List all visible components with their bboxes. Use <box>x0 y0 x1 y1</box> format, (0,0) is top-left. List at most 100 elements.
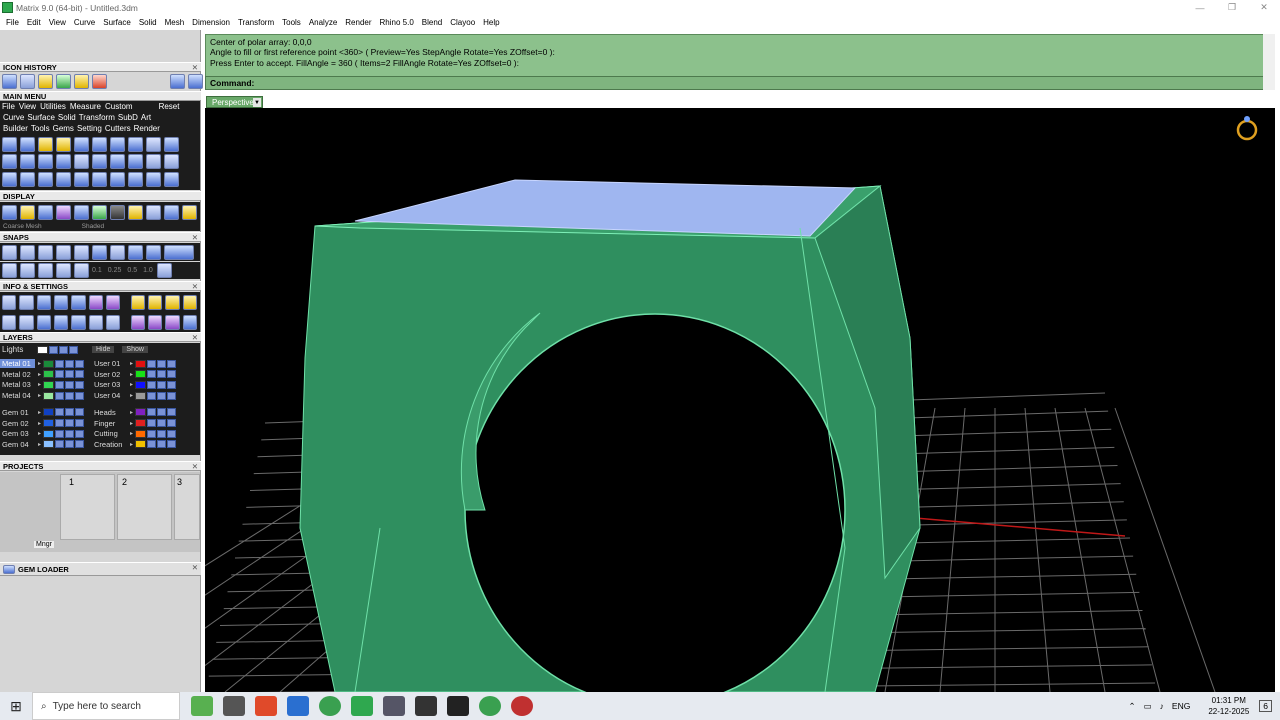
layer-toggle[interactable] <box>147 408 157 417</box>
cat-transform[interactable]: Transform <box>79 113 115 122</box>
snap-icon[interactable] <box>2 263 17 278</box>
layer-color-swatch[interactable] <box>43 429 55 438</box>
tool-app-icon[interactable] <box>415 696 437 716</box>
main-menu-measure[interactable]: Measure <box>70 102 101 111</box>
whatsapp-business-icon[interactable] <box>479 696 501 716</box>
expand-arrow-icon[interactable]: ▸ <box>38 392 41 399</box>
layer-toggle[interactable] <box>65 370 75 379</box>
snap-icon[interactable] <box>146 244 161 260</box>
layer-name[interactable]: User 02 <box>92 370 127 379</box>
snap-icon[interactable] <box>56 263 71 278</box>
display-icon[interactable] <box>92 204 107 220</box>
tool-icon[interactable] <box>2 171 17 187</box>
snap-icon[interactable] <box>164 244 194 260</box>
menu-view[interactable]: View <box>45 18 70 27</box>
layer-name[interactable]: Heads <box>92 408 127 417</box>
layer-toggle[interactable] <box>157 419 167 427</box>
expand-arrow-icon[interactable]: ▸ <box>130 409 133 416</box>
layer-toggle[interactable] <box>147 391 157 400</box>
menu-analyze[interactable]: Analyze <box>305 18 341 27</box>
tool-icon[interactable] <box>110 171 125 187</box>
layer-toggle[interactable] <box>75 370 85 379</box>
main-menu-file[interactable]: File <box>2 102 15 111</box>
history-icon-3[interactable] <box>38 74 53 89</box>
info-icon[interactable] <box>71 314 86 330</box>
info-icon[interactable] <box>36 294 51 310</box>
menu-render[interactable]: Render <box>341 18 375 27</box>
layer-toggle[interactable] <box>147 429 157 438</box>
layer-toggle[interactable] <box>55 380 65 389</box>
menu-mesh[interactable]: Mesh <box>161 18 189 27</box>
menu-blend[interactable]: Blend <box>418 18 446 27</box>
display-icon[interactable] <box>110 204 125 220</box>
layer-toggle[interactable] <box>167 380 177 389</box>
menu-rhino[interactable]: Rhino 5.0 <box>376 18 418 27</box>
layer-toggle[interactable] <box>55 408 65 417</box>
cat-render[interactable]: Render <box>134 124 160 133</box>
snap-icon[interactable] <box>92 244 107 260</box>
tool-icon[interactable] <box>128 154 143 170</box>
tool-icon[interactable] <box>56 137 71 153</box>
cat-subd[interactable]: SubD <box>118 113 138 122</box>
expand-arrow-icon[interactable]: ▸ <box>38 420 41 427</box>
layer-color-swatch[interactable] <box>43 370 55 379</box>
layer-toggle[interactable] <box>147 380 157 389</box>
calculator-icon[interactable] <box>287 696 309 716</box>
command-input-bar[interactable]: Command: <box>205 76 1275 90</box>
layer-color-swatch[interactable] <box>135 391 147 400</box>
tool-icon[interactable] <box>92 171 107 187</box>
info-icon[interactable] <box>53 294 69 310</box>
display-icon[interactable] <box>38 204 53 220</box>
info-settings-header[interactable]: INFO & SETTINGS ✕ <box>0 281 201 291</box>
snap-value-025[interactable]: 0.25 <box>108 267 122 274</box>
expand-arrow-icon[interactable]: ▸ <box>130 430 133 437</box>
info-icon[interactable] <box>71 294 86 310</box>
layer-toggle[interactable] <box>167 440 177 449</box>
layer-color-swatch[interactable] <box>135 370 147 379</box>
history-forward-icon[interactable] <box>188 74 203 89</box>
close-icon[interactable]: ✕ <box>192 233 198 242</box>
snap-icon[interactable] <box>56 244 71 260</box>
layer-toggle[interactable] <box>147 440 157 449</box>
layer-toggle[interactable] <box>75 429 85 438</box>
menu-file[interactable]: File <box>2 18 23 27</box>
close-button[interactable]: ✕ <box>1248 0 1280 15</box>
menu-clayoo[interactable]: Clayoo <box>446 18 479 27</box>
project-slot[interactable]: 1 <box>60 474 115 540</box>
snap-icon[interactable] <box>2 244 17 260</box>
info-icon[interactable] <box>53 314 69 330</box>
layer-color-swatch[interactable] <box>135 359 147 368</box>
snap-icon[interactable] <box>38 244 53 260</box>
info-icon[interactable] <box>2 294 17 310</box>
volume-icon[interactable]: ♪ <box>1160 701 1164 711</box>
expand-arrow-icon[interactable]: ▸ <box>38 381 41 388</box>
snap-icon[interactable] <box>74 263 89 278</box>
menu-solid[interactable]: Solid <box>135 18 161 27</box>
layer-toggle[interactable] <box>55 429 65 438</box>
layer-color-swatch[interactable] <box>43 391 55 400</box>
layer-color-swatch[interactable] <box>43 359 55 368</box>
tool-icon[interactable] <box>74 171 89 187</box>
perspective-viewport[interactable] <box>205 108 1275 692</box>
snap-value-01[interactable]: 0.1 <box>92 267 102 274</box>
snap-icon[interactable] <box>74 244 89 260</box>
cat-setting[interactable]: Setting <box>77 124 102 133</box>
layer-name[interactable]: Metal 04 <box>0 391 35 400</box>
tool-icon[interactable] <box>2 154 17 170</box>
history-icon-1[interactable] <box>2 74 17 89</box>
grid-icon[interactable] <box>156 263 172 278</box>
layer-color-swatch[interactable] <box>43 419 55 427</box>
manager-button[interactable]: Mngr <box>34 541 54 548</box>
display-icon[interactable] <box>2 204 17 220</box>
expand-arrow-icon[interactable]: ▸ <box>130 392 133 399</box>
layer-toggle[interactable] <box>65 440 75 449</box>
expand-arrow-icon[interactable]: ▸ <box>130 381 133 388</box>
cat-gems[interactable]: Gems <box>53 124 74 133</box>
viewport-tab[interactable]: Perspective ▼ <box>206 96 263 108</box>
clock[interactable]: 01:31 PM 22-12-2025 <box>1208 695 1249 717</box>
tool-icon[interactable] <box>38 171 53 187</box>
lights-toggle[interactable] <box>59 345 68 354</box>
expand-arrow-icon[interactable]: ▸ <box>130 441 133 448</box>
layer-color-swatch[interactable] <box>43 380 55 389</box>
layer-name[interactable]: Gem 01 <box>0 408 35 417</box>
